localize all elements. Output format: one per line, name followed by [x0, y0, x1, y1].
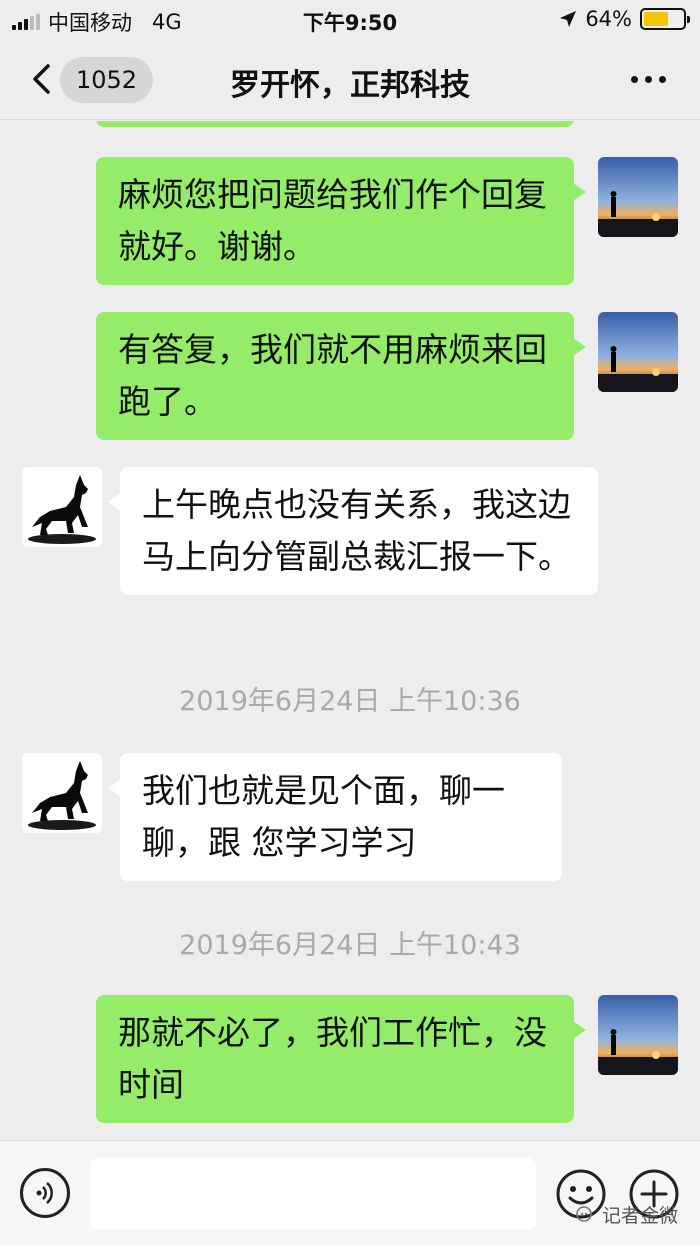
howling-wolf-avatar-icon	[22, 467, 102, 547]
battery-percent: 64%	[585, 7, 632, 31]
message-text: 上午晚点也没有关系，我这边马上向分管副总裁汇报一下。	[142, 485, 571, 576]
timestamp-divider: 2019年6月24日 上午10:43	[179, 930, 521, 961]
chat-title: 罗开怀，正邦科技	[230, 68, 470, 103]
account-watermark: 记者金微	[576, 1201, 678, 1228]
outgoing-message-bubble[interactable]: 有答复，我们就不用麻烦来回跑了。	[96, 312, 586, 440]
message-text: 那就不必了，我们工作忙，没时间	[118, 1013, 547, 1104]
message-text: 麻烦您把问题给我们作个回复就好。谢谢。	[118, 175, 547, 266]
contact-avatar[interactable]	[22, 753, 102, 833]
voice-wave-icon	[36, 1182, 53, 1204]
my-avatar[interactable]	[598, 312, 678, 392]
sunset-silhouette-avatar-icon	[598, 312, 678, 392]
battery-icon	[640, 8, 690, 30]
contact-avatar[interactable]	[22, 467, 102, 547]
chat-header: 1052 罗开怀，正邦科技	[0, 40, 700, 120]
howling-wolf-avatar-icon	[22, 753, 102, 833]
outgoing-message-bubble[interactable]: 麻烦您把问题给我们作个回复就好。谢谢。	[96, 157, 586, 285]
watermark-text: 记者金微	[601, 1205, 678, 1227]
my-avatar[interactable]	[598, 995, 678, 1075]
message-input-bar: 记者金微	[0, 1140, 700, 1245]
timestamp-divider: 2019年6月24日 上午10:36	[179, 686, 521, 717]
sunset-silhouette-avatar-icon	[598, 995, 678, 1075]
battery-level-fill	[644, 12, 669, 26]
message-text: 我们也就是见个面，聊一聊，跟 您学习学习	[142, 771, 505, 862]
incoming-message-bubble[interactable]: 我们也就是见个面，聊一聊，跟 您学习学习	[108, 753, 562, 881]
sunset-silhouette-avatar-icon	[598, 157, 678, 237]
wechat-channel-icon	[576, 1205, 592, 1222]
my-avatar[interactable]	[598, 157, 678, 237]
more-options-icon[interactable]	[631, 76, 666, 83]
status-bar: 中国移动 4G 下午9:50 64%	[0, 0, 700, 40]
incoming-message-bubble[interactable]: 上午晚点也没有关系，我这边马上向分管副总裁汇报一下。	[108, 467, 598, 595]
voice-input-button[interactable]	[20, 1168, 70, 1218]
previous-message-bubble-edge	[96, 121, 574, 127]
location-arrow-icon	[560, 11, 577, 27]
message-text-input[interactable]	[90, 1158, 536, 1230]
status-right: 64%	[559, 7, 690, 31]
chat-message-list[interactable]: 麻烦您把问题给我们作个回复就好。谢谢。 有答复，我们就不用麻烦来回跑了。 上午晚	[0, 121, 700, 1140]
outgoing-message-bubble[interactable]: 那就不必了，我们工作忙，没时间	[96, 995, 586, 1123]
message-text: 有答复，我们就不用麻烦来回跑了。	[118, 330, 547, 421]
